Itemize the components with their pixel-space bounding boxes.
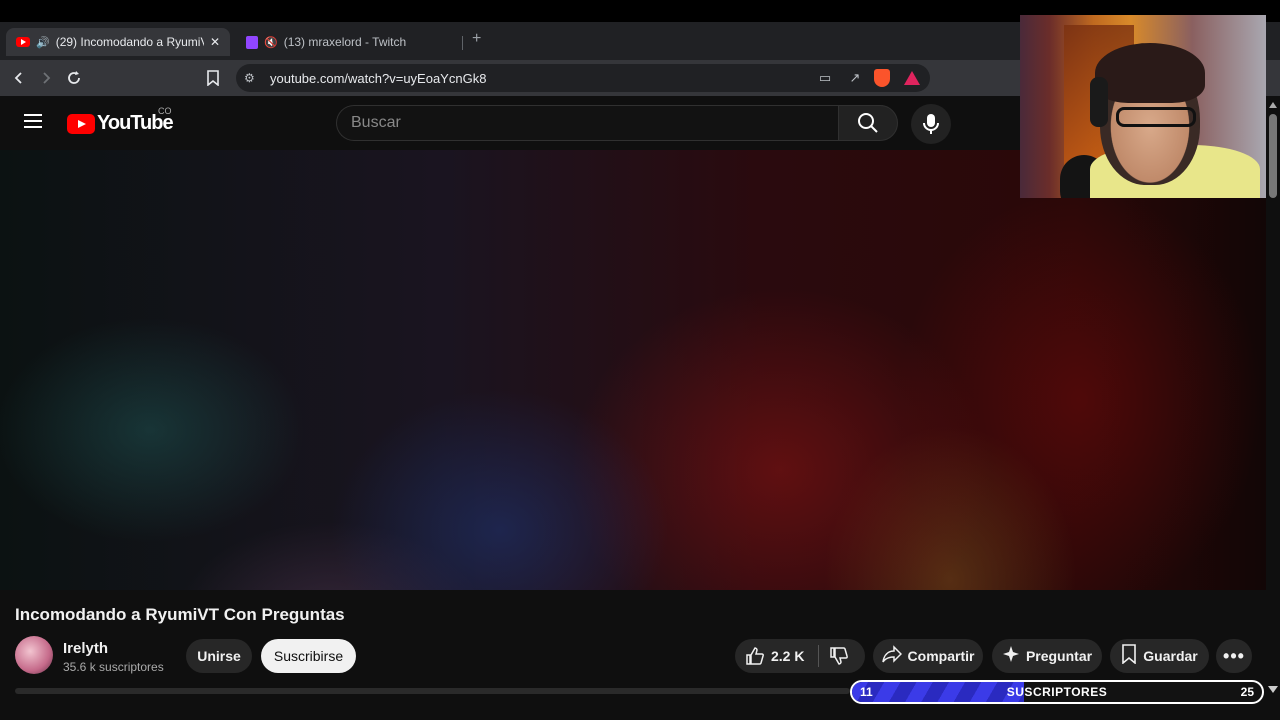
scroll-thumb[interactable] bbox=[1269, 114, 1277, 198]
youtube-play-icon bbox=[67, 113, 95, 134]
subscriber-goal-bar: 11 SUSCRIPTORES 25 bbox=[850, 680, 1264, 704]
video-player[interactable] bbox=[0, 150, 1266, 590]
save-button[interactable]: Guardar bbox=[1110, 639, 1209, 673]
join-button[interactable]: Unirse bbox=[186, 639, 252, 673]
like-divider bbox=[818, 645, 820, 667]
new-tab-button[interactable]: + bbox=[472, 30, 481, 48]
back-arrow-icon bbox=[14, 72, 22, 84]
tab-title: (29) Incomodando a RyumiVT bbox=[55, 35, 204, 49]
back-button[interactable] bbox=[7, 66, 31, 90]
bookmark-icon bbox=[207, 70, 219, 86]
scroll-down-icon[interactable] bbox=[1268, 686, 1278, 693]
goal-target: 25 bbox=[1240, 685, 1254, 699]
channel-name[interactable]: Irelyth bbox=[63, 640, 108, 657]
sparkle-icon bbox=[1002, 645, 1020, 668]
forward-button[interactable] bbox=[34, 66, 58, 90]
muted-speaker-icon[interactable]: 🔇 bbox=[264, 36, 278, 49]
search-icon bbox=[858, 113, 878, 133]
reload-icon bbox=[68, 71, 80, 84]
close-tab-icon[interactable]: ✕ bbox=[210, 35, 220, 49]
bookmark-button[interactable] bbox=[201, 66, 225, 90]
tab-title: (13) mraxelord - Twitch bbox=[283, 35, 407, 49]
share-button[interactable]: Compartir bbox=[873, 639, 983, 673]
thumbs-up-icon bbox=[746, 647, 764, 665]
like-button[interactable]: 2.2 K bbox=[745, 646, 804, 666]
reload-button[interactable] bbox=[62, 66, 86, 90]
subscriber-count: 35.6 k suscriptores bbox=[63, 660, 164, 674]
site-info-icon[interactable]: ⚙ bbox=[244, 71, 260, 85]
description-box-edge bbox=[15, 688, 850, 694]
goal-label: SUSCRIPTORES bbox=[1006, 685, 1108, 699]
video-title: Incomodando a RyumiVT Con Preguntas bbox=[15, 605, 345, 624]
search-button[interactable] bbox=[838, 105, 898, 141]
country-code: CO bbox=[158, 106, 172, 116]
forward-arrow-icon bbox=[43, 72, 51, 84]
more-actions-button[interactable]: ••• bbox=[1216, 639, 1252, 673]
like-dislike-group: 2.2 K bbox=[735, 639, 865, 673]
subscribe-button[interactable]: Suscribirse bbox=[261, 639, 356, 673]
save-label: Guardar bbox=[1143, 648, 1198, 664]
youtube-favicon-icon bbox=[16, 37, 30, 47]
twitch-favicon-icon bbox=[246, 35, 258, 49]
thumbs-down-icon bbox=[830, 647, 849, 665]
scroll-up-icon[interactable] bbox=[1269, 102, 1277, 108]
address-bar[interactable]: ⚙ youtube.com/watch?v=uyEoaYcnGk8 ▭ ↗ bbox=[236, 64, 930, 92]
url-text[interactable]: youtube.com/watch?v=uyEoaYcnGk8 bbox=[270, 71, 814, 86]
search-input[interactable]: Buscar bbox=[336, 105, 838, 141]
save-bookmark-icon bbox=[1121, 643, 1137, 669]
youtube-logo[interactable]: YouTube CO bbox=[67, 106, 174, 135]
microphone-icon bbox=[923, 114, 939, 134]
install-app-icon[interactable]: ▭ bbox=[814, 67, 836, 89]
share-arrow-icon bbox=[881, 644, 902, 668]
brave-shields-icon[interactable] bbox=[874, 69, 890, 87]
ask-label: Preguntar bbox=[1025, 648, 1093, 664]
voice-search-button[interactable] bbox=[911, 104, 951, 144]
like-count: 2.2 K bbox=[771, 648, 805, 664]
share-label: Compartir bbox=[907, 648, 975, 664]
webcam-overlay bbox=[1020, 15, 1266, 198]
ask-button[interactable]: Preguntar bbox=[992, 639, 1102, 673]
speaker-icon[interactable]: 🔊 bbox=[36, 36, 50, 49]
tab-separator bbox=[462, 36, 463, 50]
dislike-button[interactable] bbox=[829, 646, 849, 666]
brave-rewards-icon[interactable] bbox=[904, 71, 920, 85]
more-dots-icon: ••• bbox=[1223, 645, 1245, 666]
channel-avatar[interactable] bbox=[15, 636, 53, 674]
tab-youtube[interactable]: 🔊 (29) Incomodando a RyumiVT ✕ bbox=[6, 28, 230, 56]
tab-twitch[interactable]: 🔇 (13) mraxelord - Twitch bbox=[238, 28, 460, 56]
menu-icon[interactable] bbox=[24, 114, 42, 128]
page-scrollbar[interactable] bbox=[1266, 96, 1280, 696]
share-icon[interactable]: ↗ bbox=[844, 67, 866, 89]
